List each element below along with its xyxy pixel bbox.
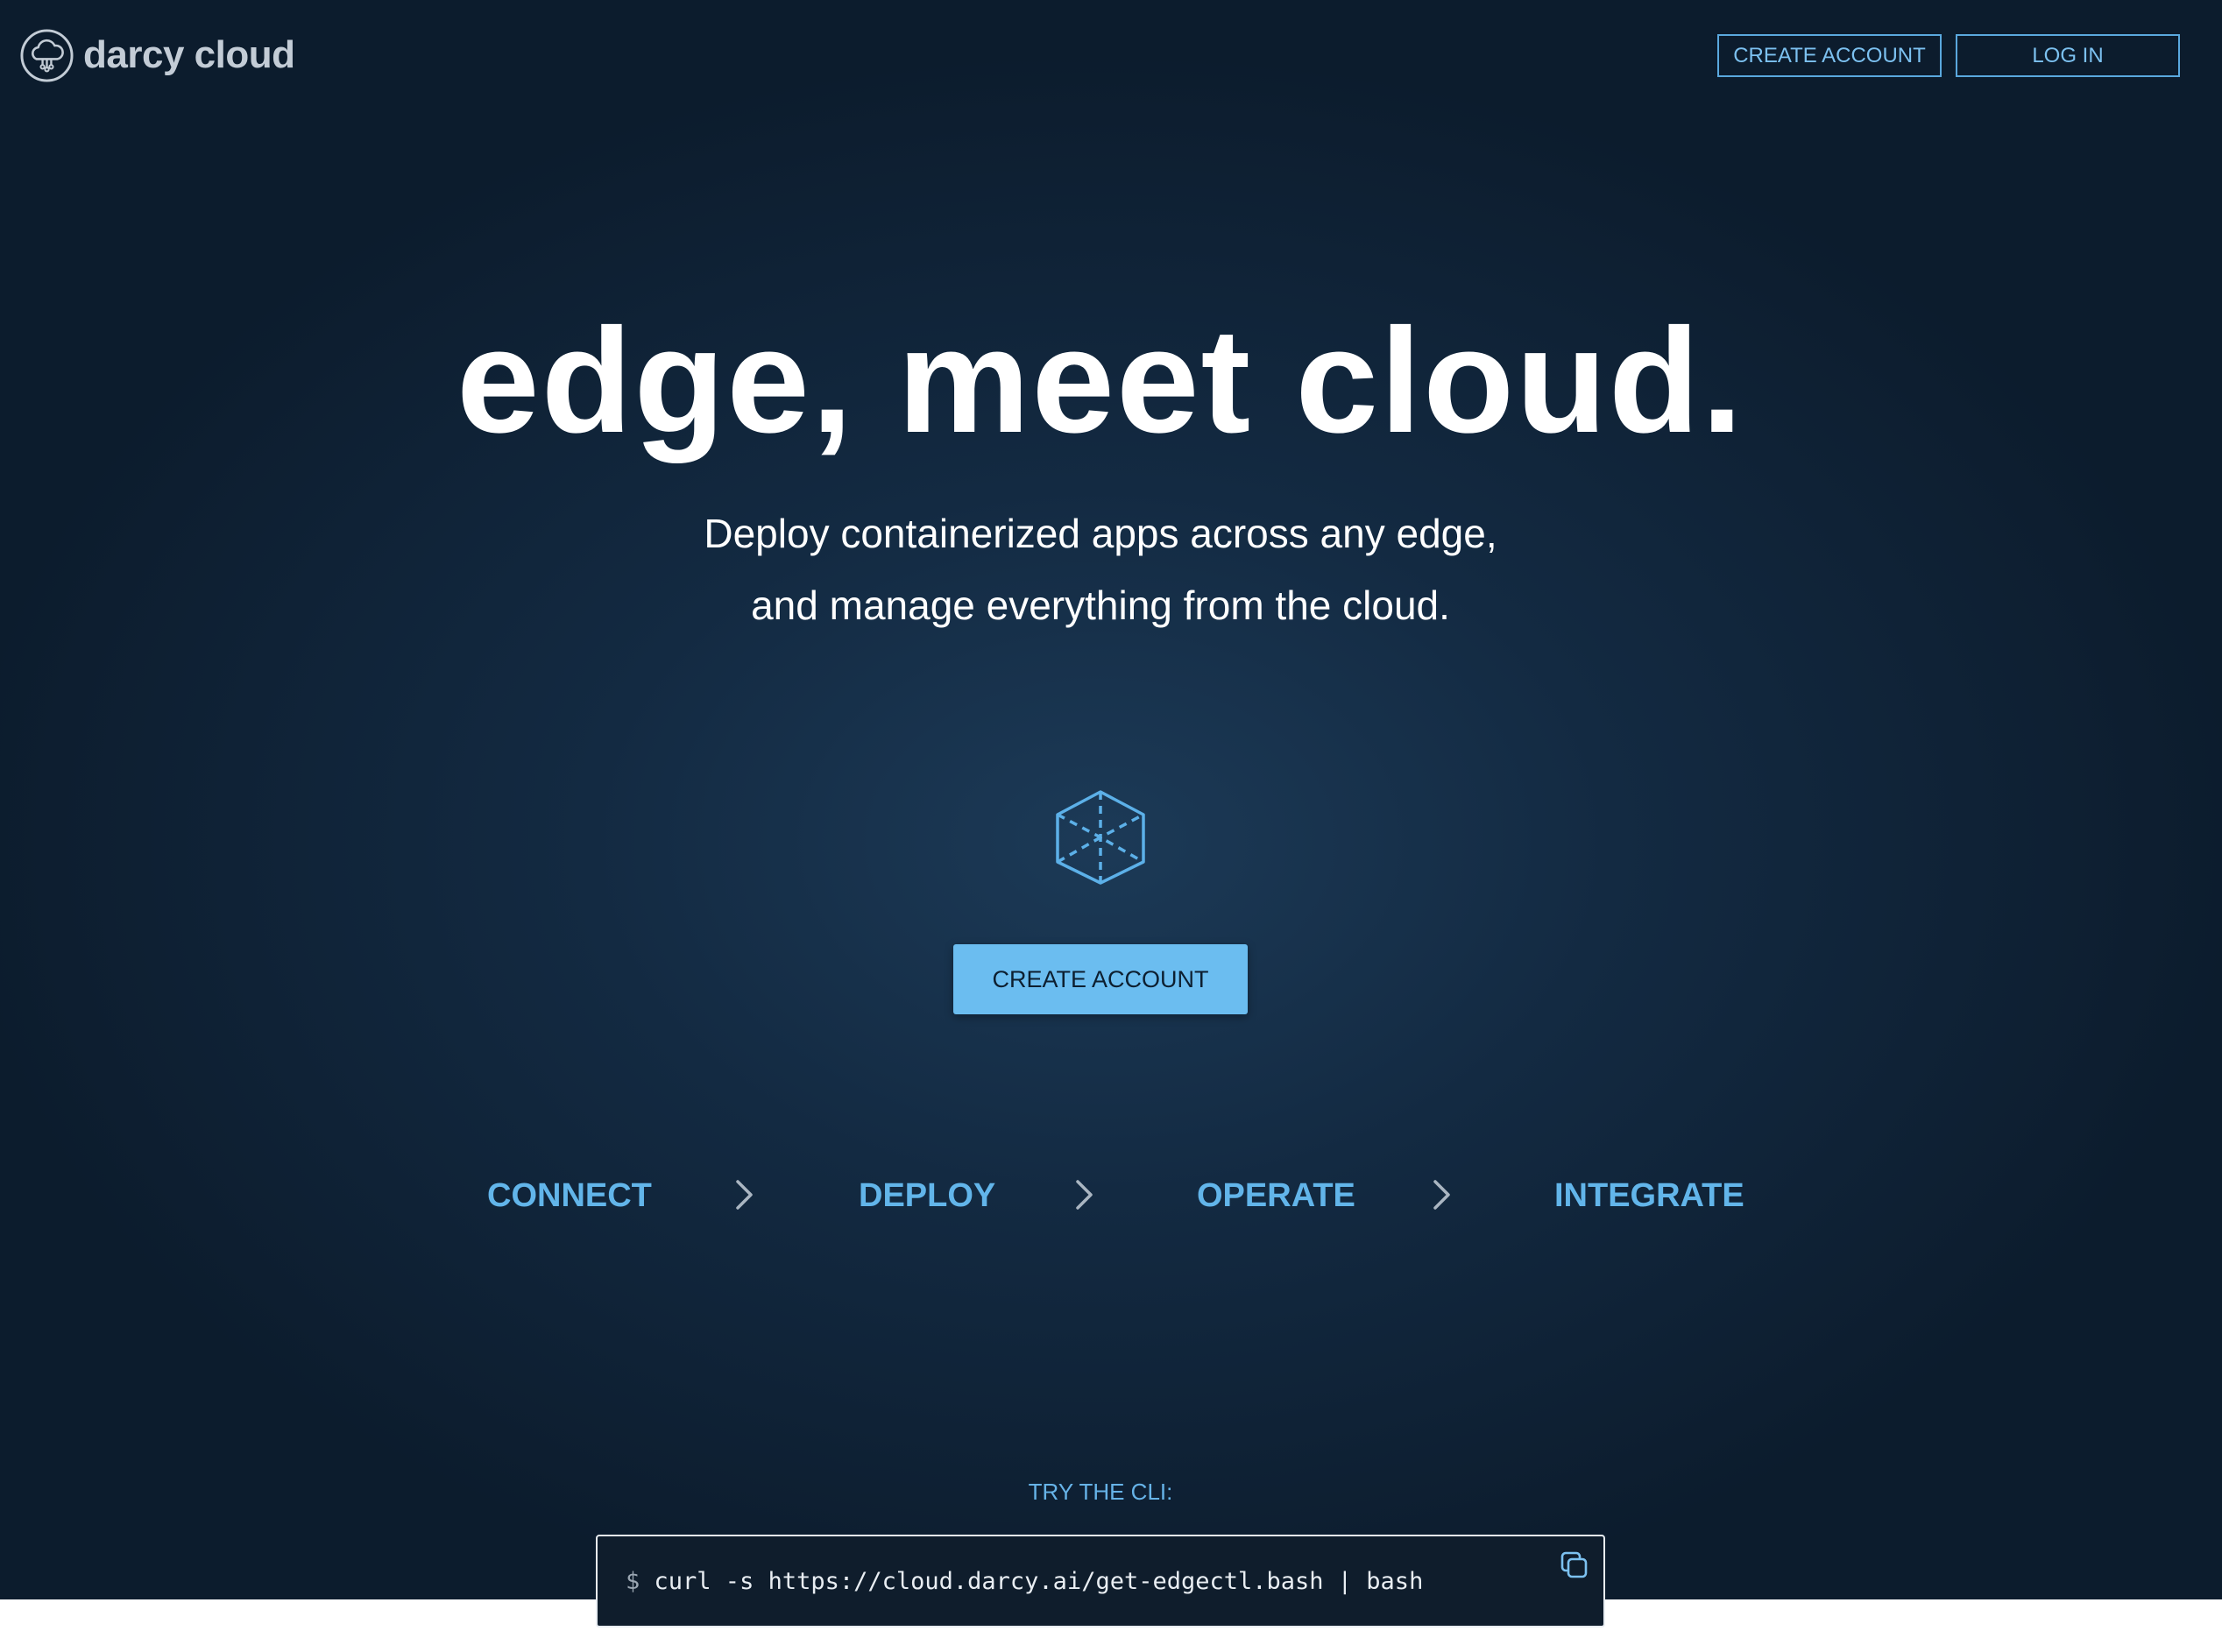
logo-text: darcy cloud — [83, 33, 295, 76]
cli-label: TRY THE CLI: — [1028, 1479, 1173, 1505]
step-operate[interactable]: OPERATE — [1197, 1179, 1355, 1212]
chevron-right-icon — [1433, 1180, 1450, 1210]
create-account-nav-button[interactable]: CREATE ACCOUNT — [1717, 34, 1942, 77]
hero-section: darcy cloud CREATE ACCOUNT LOG IN edge, … — [0, 0, 2222, 1599]
cli-prompt: $ — [626, 1568, 640, 1595]
logo[interactable]: darcy cloud — [19, 26, 295, 84]
top-navigation: darcy cloud CREATE ACCOUNT LOG IN — [0, 0, 2222, 110]
copy-icon[interactable] — [1560, 1550, 1589, 1580]
create-account-cta-button[interactable]: CREATE ACCOUNT — [953, 944, 1248, 1014]
cube-icon — [1056, 790, 1145, 885]
hero-subline-1: Deploy containerized apps across any edg… — [704, 511, 1497, 556]
step-deploy[interactable]: DEPLOY — [859, 1179, 995, 1212]
hero-subline-2: and manage everything from the cloud. — [751, 582, 1450, 628]
cli-command-text[interactable]: curl -s https://cloud.darcy.ai/get-edgec… — [655, 1568, 1424, 1595]
step-integrate[interactable]: INTEGRATE — [1554, 1179, 1744, 1212]
login-button[interactable]: LOG IN — [1956, 34, 2180, 77]
step-connect[interactable]: CONNECT — [487, 1179, 652, 1212]
cli-command-box[interactable]: $ curl -s https://cloud.darcy.ai/get-edg… — [596, 1535, 1605, 1627]
cloud-circuit-icon — [20, 28, 74, 82]
hero-headline: edge, meet cloud. — [456, 298, 1744, 464]
cli-command[interactable]: $ curl -s https://cloud.darcy.ai/get-edg… — [626, 1568, 1423, 1595]
chevron-right-icon — [736, 1180, 753, 1210]
chevron-right-icon — [1076, 1180, 1093, 1210]
